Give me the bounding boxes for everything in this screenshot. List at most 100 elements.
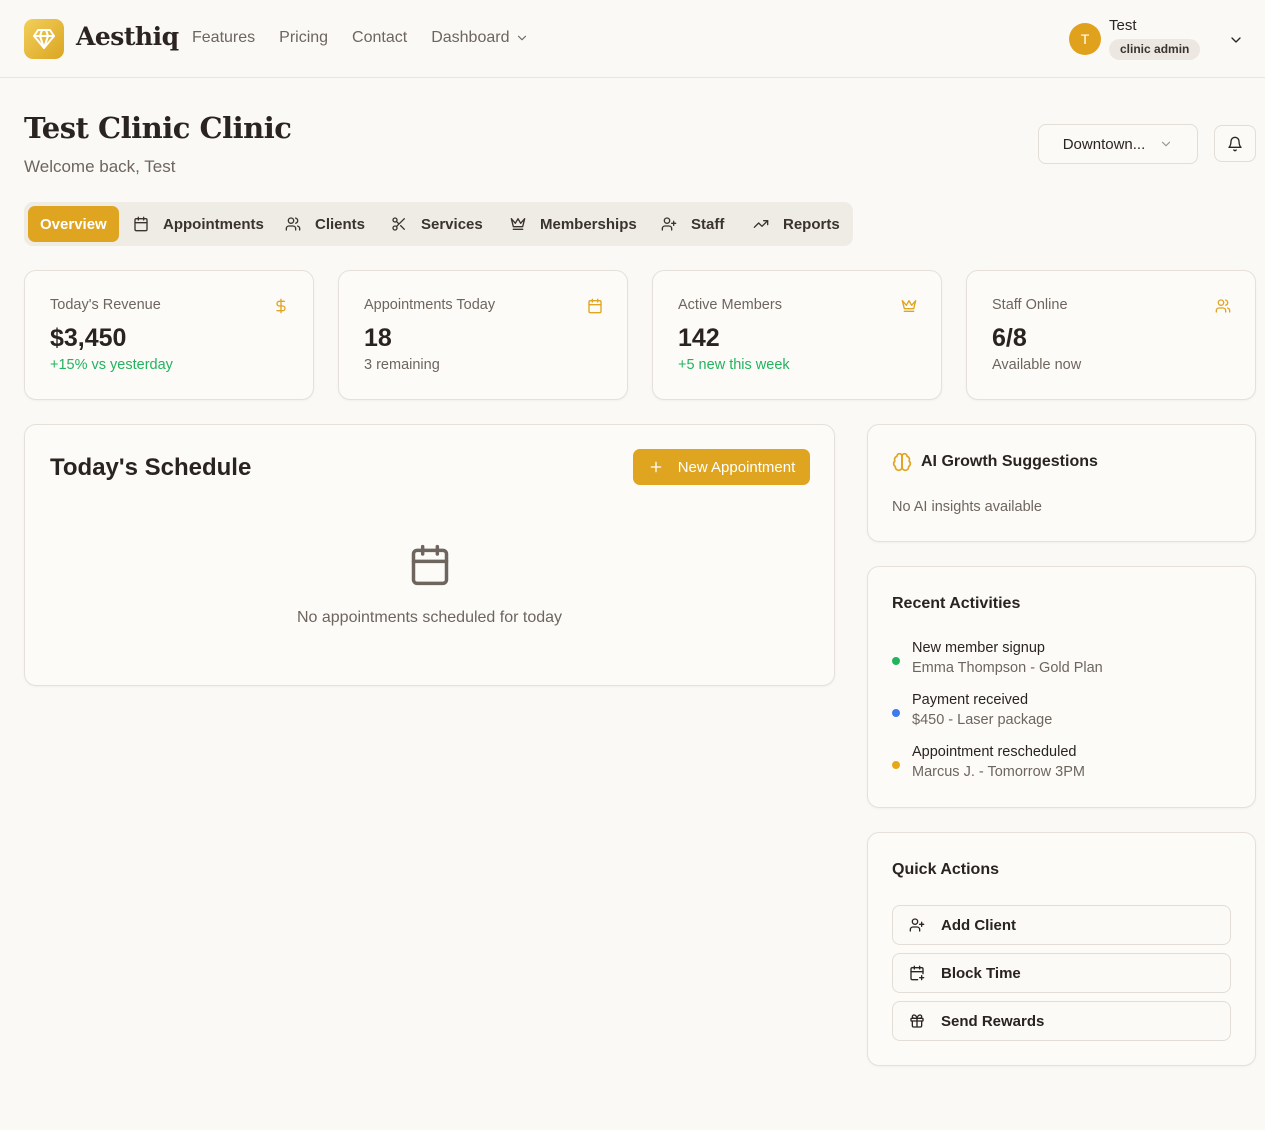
stat-value: 18 [364, 324, 392, 352]
stat-card-staff: Staff Online 6/8 Available now [966, 270, 1256, 400]
block-time-button[interactable]: Block Time [892, 953, 1231, 993]
logo[interactable] [24, 19, 64, 59]
stat-card-members: Active Members 142 +5 new this week [652, 270, 942, 400]
tab-reports[interactable]: Reports [745, 206, 848, 242]
stat-value: 142 [678, 324, 720, 352]
activity-title: Appointment rescheduled [912, 744, 1077, 760]
nav-features[interactable]: Features [192, 29, 255, 47]
tab-appointments[interactable]: Appointments [125, 206, 272, 242]
brain-icon [892, 452, 912, 472]
top-navigation-bar: Aesthiq Features Pricing Contact Dashboa… [0, 0, 1265, 78]
dashboard-tabs: Overview Appointments Clients Services M… [24, 202, 853, 246]
crown-icon [510, 218, 526, 230]
tab-memberships-label: Memberships [540, 215, 637, 233]
role-badge: clinic admin [1109, 39, 1201, 60]
trending-up-icon [753, 220, 769, 228]
location-select[interactable]: Downtown... [1038, 124, 1198, 164]
add-client-label: Add Client [941, 916, 1016, 934]
welcome-message: Welcome back, Test [24, 157, 176, 176]
tab-overview[interactable]: Overview [28, 206, 119, 242]
user-plus-icon [661, 217, 677, 231]
bell-icon [1228, 136, 1242, 151]
stat-change: +5 new this week [678, 357, 790, 373]
block-time-label: Block Time [941, 964, 1021, 982]
quick-actions-title: Quick Actions [892, 861, 999, 878]
nav-dashboard[interactable]: Dashboard [431, 29, 529, 47]
empty-state-text: No appointments scheduled for today [296, 609, 563, 626]
new-appointment-label: New Appointment [677, 458, 796, 476]
tab-reports-label: Reports [783, 215, 840, 233]
ai-suggestions-title: AI Growth Suggestions [921, 453, 1098, 470]
nav-features-label: Features [192, 29, 256, 46]
stat-change: 3 remaining [364, 357, 440, 373]
calendar-icon [134, 216, 148, 232]
stat-value: 6/8 [992, 324, 1027, 352]
user-menu-toggle[interactable] [1228, 32, 1244, 48]
recent-activities-panel: Recent Activities New member signup Emma… [867, 566, 1256, 808]
user-plus-icon [909, 918, 925, 932]
schedule-title: Today's Schedule [50, 454, 252, 481]
brand-name[interactable]: Aesthiq [76, 22, 179, 51]
stat-value: $3,450 [50, 324, 127, 352]
status-dot [892, 709, 900, 717]
nav-dashboard-label: Dashboard [431, 29, 510, 46]
new-appointment-button[interactable]: New Appointment [633, 449, 810, 485]
user-name: Test [1109, 17, 1137, 34]
ai-suggestions-panel: AI Growth Suggestions No AI insights ava… [867, 424, 1256, 542]
send-rewards-button[interactable]: Send Rewards [892, 1001, 1231, 1041]
nav-pricing[interactable]: Pricing [279, 29, 328, 47]
avatar[interactable]: T [1069, 23, 1101, 55]
activity-detail: Marcus J. - Tomorrow 3PM [912, 764, 1085, 780]
scissors-icon [392, 217, 405, 231]
ai-empty-text: No AI insights available [892, 499, 1042, 515]
recent-activities-title: Recent Activities [892, 595, 1021, 612]
nav-contact-label: Contact [352, 29, 408, 46]
calendar-icon [587, 298, 603, 314]
chevron-down-icon [1162, 141, 1171, 147]
ai-suggestions-header: AI Growth Suggestions [892, 452, 1098, 472]
plus-icon [650, 461, 662, 473]
tab-clients[interactable]: Clients [277, 206, 373, 242]
quick-actions-panel: Quick Actions Add Client Block Time Send… [867, 832, 1256, 1066]
notifications-button[interactable] [1214, 125, 1256, 162]
stat-card-revenue: Today's Revenue $3,450 +15% vs yesterday [24, 270, 314, 400]
stat-label: Today's Revenue [50, 297, 161, 313]
stat-label: Appointments Today [364, 297, 496, 313]
status-dot [892, 657, 900, 665]
chevron-down-icon [518, 35, 527, 41]
add-client-button[interactable]: Add Client [892, 905, 1231, 945]
page-title: Test Clinic Clinic [24, 111, 292, 145]
stat-change: +15% vs yesterday [50, 357, 173, 373]
dollar-icon [273, 298, 289, 314]
activity-title: Payment received [912, 692, 1029, 708]
chevron-down-icon [1231, 37, 1241, 43]
stat-label: Active Members [678, 297, 782, 313]
activity-detail: Emma Thompson - Gold Plan [912, 660, 1103, 676]
tab-services-label: Services [421, 215, 483, 233]
tab-staff[interactable]: Staff [653, 206, 732, 242]
tab-clients-label: Clients [315, 215, 366, 233]
location-select-value: Downtown... [1062, 135, 1146, 153]
stat-change: Available now [992, 357, 1082, 373]
crown-icon [901, 298, 917, 314]
activity-title: New member signup [912, 640, 1045, 656]
gift-icon [910, 1014, 924, 1028]
stat-card-appointments: Appointments Today 18 3 remaining [338, 270, 628, 400]
activity-detail: $450 - Laser package [912, 712, 1053, 728]
tab-memberships[interactable]: Memberships [502, 206, 645, 242]
tab-staff-label: Staff [691, 215, 725, 233]
schedule-panel: Today's Schedule New Appointment No appo… [24, 424, 835, 686]
calendar-icon [408, 542, 452, 588]
users-icon [285, 217, 301, 231]
tab-appointments-label: Appointments [163, 215, 264, 233]
diamond-icon [33, 29, 55, 49]
nav-pricing-label: Pricing [279, 29, 329, 46]
stat-label: Staff Online [992, 297, 1068, 313]
users-icon [1215, 298, 1231, 314]
tab-overview-label: Overview [40, 215, 107, 233]
tab-services[interactable]: Services [383, 206, 491, 242]
calendar-plus-icon [910, 965, 925, 981]
send-rewards-label: Send Rewards [941, 1012, 1045, 1030]
nav-contact[interactable]: Contact [352, 29, 407, 47]
status-dot [892, 761, 900, 769]
